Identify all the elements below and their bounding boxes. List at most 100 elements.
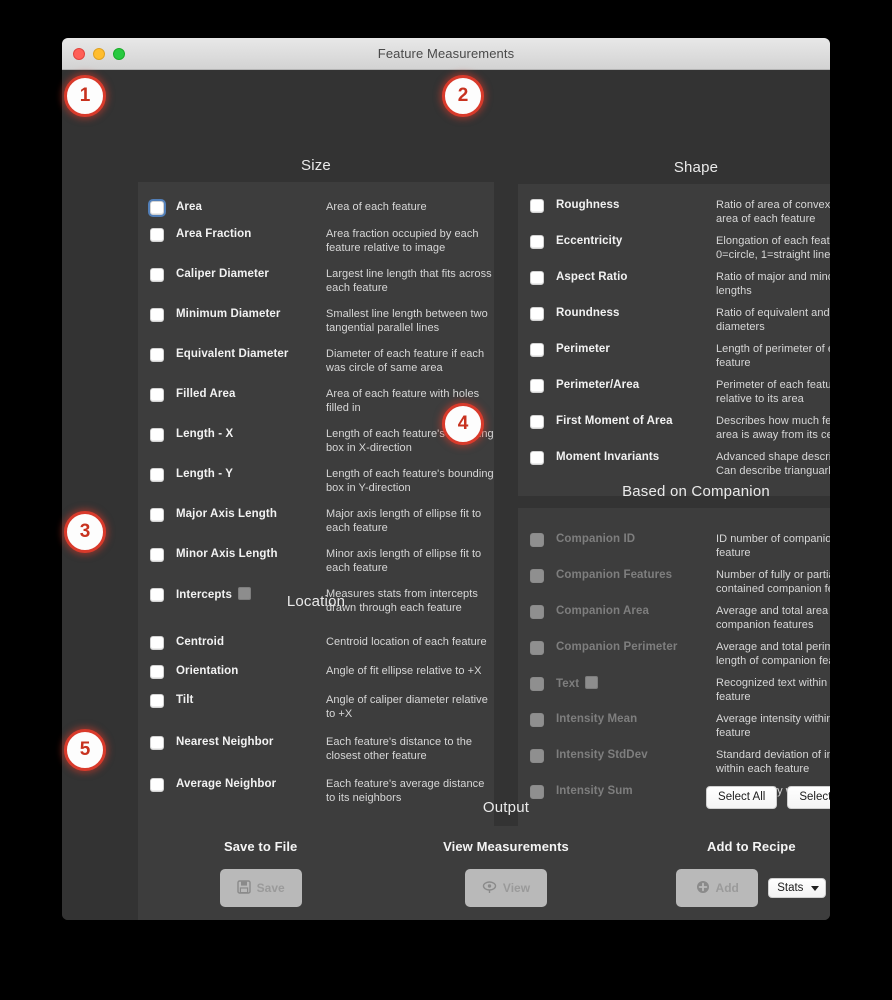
companion-measurement-checkbox — [530, 569, 544, 583]
add-to-recipe-column: Add to Recipe Add Stats — [629, 826, 830, 920]
shape-measurement-label: Perimeter/Area — [556, 379, 640, 391]
checkbox-wrap — [518, 604, 556, 619]
shape-measurement-row[interactable]: Roundness Ratio of equivalent and caliper… — [518, 302, 830, 338]
size-measurement-checkbox[interactable] — [150, 508, 164, 522]
size-measurement-row[interactable]: Length - X Length of each feature's bound… — [138, 421, 494, 461]
shape-measurement-row[interactable]: Eccentricity Elongation of each feature. … — [518, 230, 830, 266]
shape-measurement-checkbox[interactable] — [530, 199, 544, 213]
companion-measurement-row[interactable]: Companion ID ID number of companion featu… — [518, 528, 830, 564]
shape-measurement-row[interactable]: First Moment of Area Describes how much f… — [518, 410, 830, 446]
size-measurement-description: Largest line length that fits across eac… — [326, 268, 492, 294]
shape-measurement-checkbox[interactable] — [530, 379, 544, 393]
shape-measurement-label: First Moment of Area — [556, 415, 673, 427]
add-button[interactable]: Add — [676, 869, 759, 907]
size-measurement-label: Minimum Diameter — [176, 308, 281, 320]
companion-measurement-label: Companion Area — [556, 605, 649, 617]
shape-measurement-label: Perimeter — [556, 343, 610, 355]
companion-measurement-label: Intensity Mean — [556, 713, 638, 725]
location-measurement-checkbox[interactable] — [150, 694, 164, 708]
shape-measurement-row[interactable]: Perimeter/Area Perimeter of each feature … — [518, 374, 830, 410]
size-measurement-row[interactable]: Minor Axis Length Minor axis length of el… — [138, 541, 494, 581]
checkbox-wrap — [138, 227, 176, 242]
shape-measurement-description: Describes how much feature area is away … — [716, 415, 830, 441]
shape-measurement-row[interactable]: Perimeter Length of perimeter of each fea… — [518, 338, 830, 374]
location-measurement-checkbox[interactable] — [150, 736, 164, 750]
callout-badge-2: 2 — [442, 75, 484, 117]
location-panel-title: Location — [286, 593, 346, 610]
shape-measurement-label: Moment Invariants — [556, 451, 660, 463]
location-measurement-label: Tilt — [176, 694, 194, 706]
size-measurement-checkbox[interactable] — [150, 348, 164, 362]
size-measurement-checkbox[interactable] — [150, 201, 164, 215]
size-measurement-row[interactable]: Caliper Diameter Largest line length that… — [138, 261, 494, 301]
size-measurement-row[interactable]: Major Axis Length Major axis length of el… — [138, 501, 494, 541]
companion-measurement-row[interactable]: Intensity StdDev Standard deviation of in… — [518, 744, 830, 780]
location-measurement-checkbox[interactable] — [150, 665, 164, 679]
location-measurement-row[interactable]: Orientation Angle of fit ellipse relative… — [138, 657, 494, 686]
checkbox-wrap — [518, 270, 556, 285]
size-measurement-label: Caliper Diameter — [176, 268, 269, 280]
checkbox-wrap — [518, 712, 556, 727]
checkbox-wrap — [138, 693, 176, 708]
size-measurement-row[interactable]: Area Area of each feature — [138, 194, 494, 221]
view-button[interactable]: View — [464, 869, 547, 907]
shape-measurement-label: Aspect Ratio — [556, 271, 628, 283]
size-measurement-label: Area Fraction — [176, 228, 252, 240]
checkbox-wrap — [518, 306, 556, 321]
shape-measurement-checkbox[interactable] — [530, 271, 544, 285]
window-body: Size Area Area of each feature Area Fracti… — [62, 70, 830, 920]
shape-measurement-checkbox[interactable] — [530, 415, 544, 429]
view-button-label: View — [502, 881, 531, 895]
location-measurement-row[interactable]: Tilt Angle of caliper diameter relative t… — [138, 686, 494, 728]
size-panel: Size Area Area of each feature Area Fracti… — [138, 150, 494, 635]
shape-measurement-description: Ratio of major and minor axis lengths — [716, 271, 830, 297]
size-measurement-row[interactable]: Equivalent Diameter Diameter of each feat… — [138, 341, 494, 381]
size-measurement-row[interactable]: Minimum Diameter Smallest line length bet… — [138, 301, 494, 341]
size-measurement-description: Area fraction occupied by each feature r… — [326, 228, 479, 254]
location-measurement-checkbox[interactable] — [150, 636, 164, 650]
shape-measurement-checkbox[interactable] — [530, 235, 544, 249]
companion-measurement-row[interactable]: TextRecognized text within each feature — [518, 672, 830, 708]
size-measurement-label: Major Axis Length — [176, 508, 277, 520]
shape-measurement-row[interactable]: Aspect Ratio Ratio of major and minor axi… — [518, 266, 830, 302]
shape-measurement-checkbox[interactable] — [530, 343, 544, 357]
add-button-label: Add — [715, 881, 739, 895]
shape-measurement-checkbox[interactable] — [530, 307, 544, 321]
checkbox-wrap — [138, 267, 176, 282]
location-measurement-label: Orientation — [176, 665, 239, 677]
checkbox-wrap — [518, 342, 556, 357]
size-measurement-row[interactable]: Filled Area Area of each feature with hol… — [138, 381, 494, 421]
companion-measurement-row[interactable]: Companion Perimeter Average and total per… — [518, 636, 830, 672]
companion-measurement-checkbox — [530, 605, 544, 619]
shape-measurement-description: Elongation of each feature. 0=circle, 1=… — [716, 235, 830, 261]
location-measurement-description: Angle of caliper diameter relative to +X — [326, 694, 488, 720]
size-measurement-checkbox[interactable] — [150, 388, 164, 402]
save-to-file-column: Save to File Save — [138, 826, 383, 920]
companion-measurement-options-button[interactable] — [585, 676, 599, 689]
shape-measurement-description: Perimeter of each feature relative to it… — [716, 379, 830, 405]
companion-measurement-row[interactable]: Intensity Mean Average intensity within e… — [518, 708, 830, 744]
size-measurement-checkbox[interactable] — [150, 268, 164, 282]
companion-measurement-row[interactable]: Companion Area Average and total area of … — [518, 600, 830, 636]
size-measurement-checkbox[interactable] — [150, 428, 164, 442]
location-measurement-row[interactable]: Centroid Centroid location of each featur… — [138, 628, 494, 657]
save-button[interactable]: Save — [219, 869, 302, 907]
shape-measurement-row[interactable]: Roughness Ratio of area of convex hull an… — [518, 194, 830, 230]
size-measurement-description: Area of each feature — [326, 201, 427, 213]
size-measurement-checkbox[interactable] — [150, 228, 164, 242]
size-measurement-row[interactable]: Area Fraction Area fraction occupied by e… — [138, 221, 494, 261]
floppy-disk-icon — [236, 879, 251, 897]
checkbox-wrap — [138, 664, 176, 679]
checkbox-wrap — [138, 307, 176, 322]
location-measurement-row[interactable]: Nearest Neighbor Each feature's distance … — [138, 728, 494, 770]
companion-measurement-row[interactable]: Companion Features Number of fully or par… — [518, 564, 830, 600]
size-measurement-checkbox[interactable] — [150, 308, 164, 322]
save-to-file-title: Save to File — [223, 839, 298, 854]
size-measurement-description: Major axis length of ellipse fit to each… — [326, 508, 482, 534]
shape-measurement-checkbox[interactable] — [530, 451, 544, 465]
size-measurement-checkbox[interactable] — [150, 468, 164, 482]
size-measurement-row[interactable]: Length - Y Length of each feature's bound… — [138, 461, 494, 501]
stats-dropdown[interactable]: Stats — [768, 878, 827, 898]
shape-measurement-description: Ratio of equivalent and caliper diameter… — [716, 307, 830, 333]
size-measurement-checkbox[interactable] — [150, 548, 164, 562]
